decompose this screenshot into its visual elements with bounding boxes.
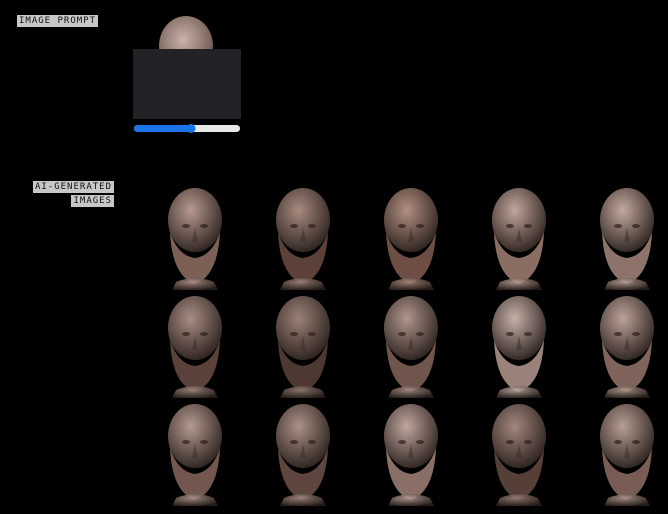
bust-head-icon — [384, 188, 438, 290]
generated-image-13[interactable] — [372, 402, 450, 506]
bust-head-icon — [600, 404, 654, 506]
bust-head-icon — [168, 188, 222, 290]
bust-head-icon — [384, 296, 438, 398]
bust-head-icon — [276, 188, 330, 290]
generated-image-11[interactable] — [156, 402, 234, 506]
bust-head-icon — [492, 188, 546, 290]
generated-image-12[interactable] — [264, 402, 342, 506]
bust-head-icon — [276, 296, 330, 398]
image-prompt-area — [133, 16, 241, 136]
generated-image-6[interactable] — [156, 294, 234, 398]
generated-images-grid — [148, 180, 668, 514]
generated-image-2[interactable] — [264, 186, 342, 290]
bust-head-icon — [600, 296, 654, 398]
generated-image-1[interactable] — [156, 186, 234, 290]
generated-image-3[interactable] — [372, 186, 450, 290]
generated-image-5[interactable] — [588, 186, 666, 290]
slider-thumb[interactable] — [186, 124, 196, 133]
generated-image-9[interactable] — [480, 294, 558, 398]
bust-head-icon — [600, 188, 654, 290]
generated-image-10[interactable] — [588, 294, 666, 398]
generated-image-15[interactable] — [588, 402, 666, 506]
ai-generated-label: AI-GENERATED IMAGES — [32, 181, 114, 209]
generated-image-14[interactable] — [480, 402, 558, 506]
prompt-image-panel[interactable] — [133, 49, 241, 119]
generated-image-7[interactable] — [264, 294, 342, 398]
bust-head-icon — [492, 296, 546, 398]
image-prompt-label: IMAGE PROMPT — [17, 15, 99, 27]
bust-head-icon — [168, 296, 222, 398]
bust-head-icon — [384, 404, 438, 506]
ai-generated-label-line1: AI-GENERATED — [32, 181, 114, 193]
bust-head-icon — [276, 404, 330, 506]
page: IMAGE PROMPT AI-GENERATED IMAGES — [0, 0, 668, 514]
ai-generated-label-line2: IMAGES — [71, 195, 114, 207]
bust-head-icon — [168, 404, 222, 506]
slider-fill — [134, 125, 192, 132]
bust-head-icon — [492, 404, 546, 506]
generated-image-4[interactable] — [480, 186, 558, 290]
generated-image-8[interactable] — [372, 294, 450, 398]
